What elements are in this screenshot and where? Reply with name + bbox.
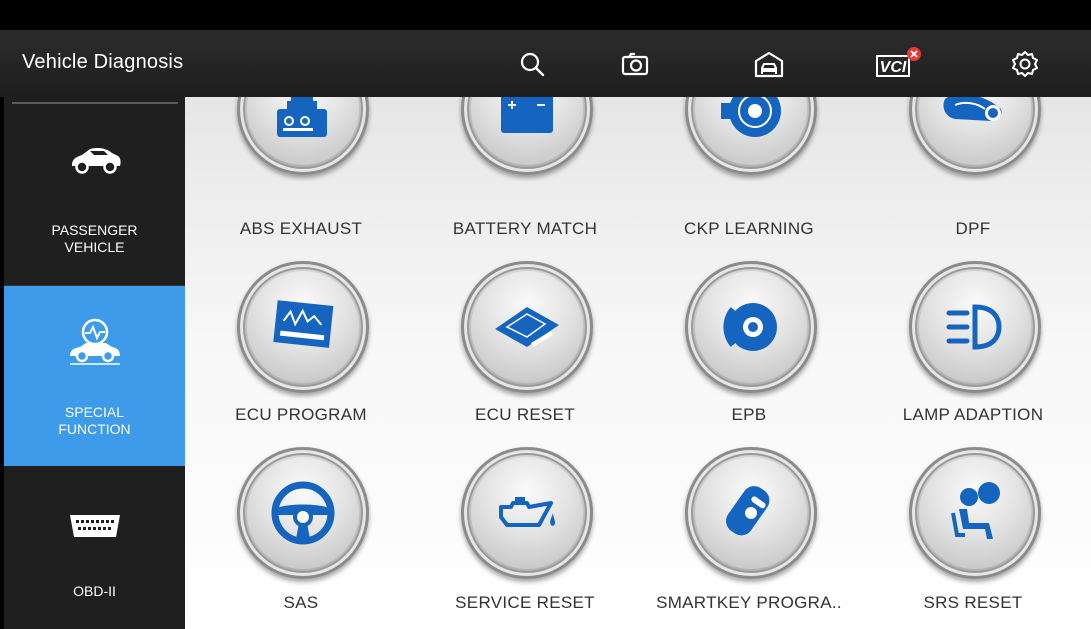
garage-icon[interactable]: [749, 44, 789, 84]
function-label: EPB: [731, 405, 767, 424]
dpf-filter-icon: [943, 97, 1002, 121]
function-grid: ABS EXHAUST BATTERY MATCH CKP LEARNING D…: [185, 97, 1091, 629]
vci-status[interactable]: VCI: [868, 44, 928, 84]
page-title: Vehicle Diagnosis: [22, 51, 184, 73]
app-header: Vehicle Diagnosis VCI: [0, 30, 1091, 97]
steering-wheel-icon: [271, 481, 335, 545]
battery-icon: [501, 97, 553, 133]
function-label: SRS RESET: [923, 593, 1023, 612]
function-tile-ecu-program[interactable]: ECU PROGRAM: [189, 259, 413, 439]
oil-can-icon: [499, 497, 555, 527]
sidebar-item-obd-ii[interactable]: OBD-II: [4, 466, 185, 629]
ecu-program-icon: [273, 300, 334, 348]
function-tile-ckp-learning[interactable]: CKP LEARNING: [637, 97, 861, 277]
diagnostic-car-icon: [66, 316, 124, 371]
function-label: SERVICE RESET: [455, 593, 595, 612]
function-label: ECU PROGRAM: [235, 405, 367, 424]
sidebar: PASSENGER VEHICLE SPECIAL FUNCTION OBD-I…: [4, 97, 185, 629]
function-label: ABS EXHAUST: [239, 219, 363, 238]
function-tile-srs-reset[interactable]: SRS RESET: [861, 447, 1085, 627]
car-icon: [68, 143, 122, 180]
sidebar-item-passenger-vehicle[interactable]: PASSENGER VEHICLE: [4, 105, 185, 285]
function-tile-lamp-adaption[interactable]: LAMP ADAPTION: [861, 259, 1085, 439]
function-label: CKP LEARNING: [684, 219, 814, 238]
obd-connector-icon: [68, 512, 122, 545]
sidebar-item-label: PASSENGER VEHICLE: [51, 222, 138, 255]
crankshaft-sensor-icon: [721, 97, 781, 137]
function-tile-battery-match[interactable]: BATTERY MATCH: [413, 97, 637, 277]
headlamp-icon: [946, 304, 1002, 350]
function-label: BATTERY MATCH: [452, 219, 598, 238]
function-label: DPF: [955, 219, 991, 238]
status-bar: [0, 0, 1091, 30]
function-tile-epb[interactable]: EPB: [637, 259, 861, 439]
function-tile-ecu-reset[interactable]: ECU RESET: [413, 259, 637, 439]
settings-icon[interactable]: [1005, 44, 1045, 84]
airbag-seat-icon: [951, 482, 1000, 539]
function-tile-abs-exhaust[interactable]: ABS EXHAUST: [189, 97, 413, 277]
vci-label: VCI: [880, 59, 907, 76]
sidebar-divider: [12, 102, 178, 104]
function-label: LAMP ADAPTION: [902, 405, 1044, 424]
abs-module-icon: [277, 97, 327, 137]
search-icon[interactable]: [512, 44, 552, 84]
function-tile-sas[interactable]: SAS: [189, 447, 413, 627]
ecu-module-icon: [495, 307, 559, 347]
sidebar-item-label: OBD-II: [73, 583, 116, 599]
function-label: ECU RESET: [475, 405, 575, 424]
function-tile-dpf[interactable]: DPF: [861, 97, 1085, 277]
brake-disc-icon: [723, 303, 777, 351]
camera-icon[interactable]: [615, 44, 655, 84]
sidebar-item-label: SPECIAL FUNCTION: [58, 404, 131, 437]
function-label: SMARTKEY PROGRA..: [656, 593, 842, 612]
function-tile-smartkey-program[interactable]: SMARTKEY PROGRA..: [637, 447, 861, 627]
smart-key-icon: [726, 486, 770, 536]
function-label: SAS: [283, 593, 319, 612]
function-tile-service-reset[interactable]: SERVICE RESET: [413, 447, 637, 627]
sidebar-item-special-function[interactable]: SPECIAL FUNCTION: [4, 286, 185, 466]
